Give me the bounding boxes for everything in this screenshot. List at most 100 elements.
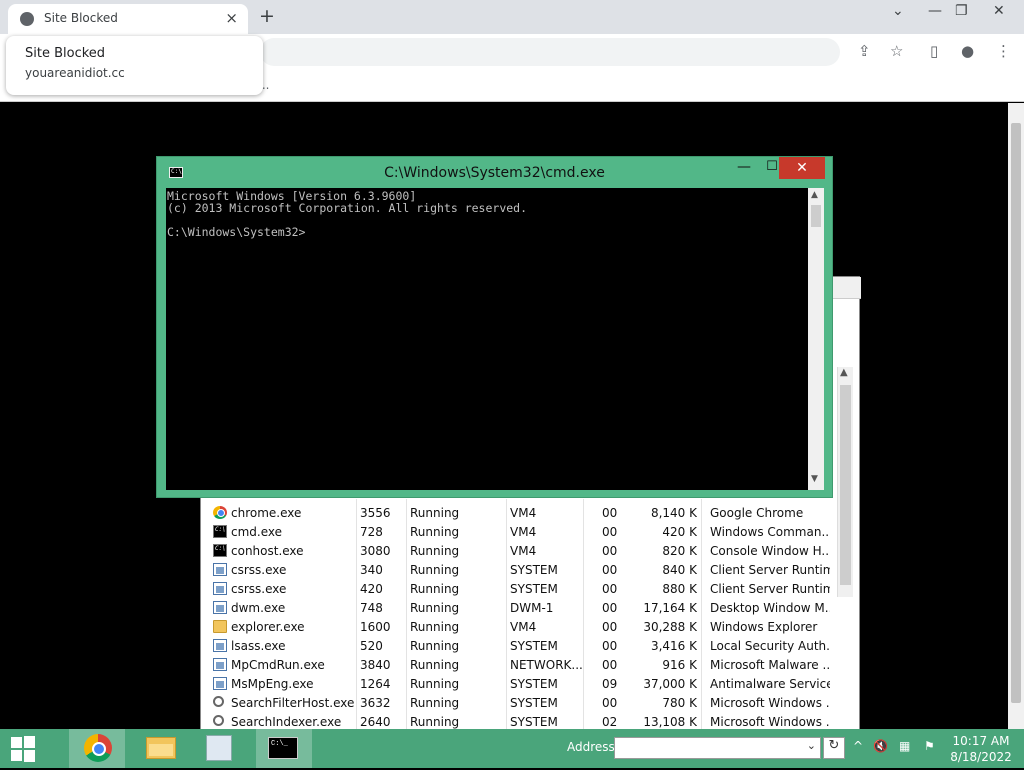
chevron-down-icon[interactable]: ⌄ [807, 739, 816, 752]
console-scrollbar[interactable]: ▲ ▼ [808, 188, 824, 490]
menu-icon[interactable]: ⋮ [996, 42, 1011, 60]
window-icon [213, 677, 227, 690]
show-hidden-icons-icon[interactable]: ^ [853, 739, 863, 753]
process-pid: 3080 [360, 544, 391, 558]
process-memory: 37,000 K [643, 677, 697, 691]
process-status: Running [410, 525, 460, 539]
taskbar-chrome[interactable] [69, 729, 125, 768]
process-row[interactable]: cmd.exe728RunningVM400420 KWindows Comma… [213, 523, 838, 542]
process-row[interactable]: explorer.exe 1600 Running VM4 00 30,288 K Wind… [213, 618, 838, 637]
popup-title: Site Blocked [25, 46, 106, 61]
process-row[interactable]: lsass.exe 520 Running SYSTEM 00 3,416 K Local … [213, 637, 838, 656]
popup-url: youareanidiot.cc [25, 66, 125, 80]
clock-date: 8/18/2022 [950, 750, 1012, 764]
start-button[interactable] [0, 729, 50, 768]
side-panel-icon[interactable]: ▯ [930, 42, 938, 60]
process-row[interactable]: dwm.exe 748 Running DWM-1 00 17,164 K Desktop … [213, 599, 838, 618]
process-pid: 3632 [360, 696, 391, 710]
process-description: Windows Comman... [710, 525, 830, 539]
process-row[interactable]: SearchFilterHost.exe 3632 Running SYSTEM 00 7… [213, 694, 838, 713]
restore-button[interactable]: ❐ [955, 3, 968, 19]
scroll-down-icon[interactable]: ▼ [811, 474, 818, 484]
chrome-icon [213, 506, 227, 519]
address-bar[interactable] [260, 38, 840, 66]
scroll-up-icon[interactable]: ▲ [811, 190, 818, 200]
minimize-button[interactable]: — [928, 3, 942, 19]
scrollbar-thumb[interactable] [1011, 123, 1021, 703]
process-memory: 820 K [662, 544, 697, 558]
process-memory: 780 K [662, 696, 697, 710]
process-memory: 17,164 K [643, 601, 697, 615]
scroll-up-icon[interactable]: ▲ [840, 367, 848, 378]
process-status: Running [410, 715, 460, 729]
process-memory: 916 K [662, 658, 697, 672]
scrollbar-thumb[interactable] [811, 205, 821, 227]
process-memory: 420 K [662, 525, 697, 539]
process-name: explorer.exe [231, 620, 305, 634]
process-row[interactable]: csrss.exe 340 Running SYSTEM 00 840 K Client S… [213, 561, 838, 580]
windows-logo-pane [11, 737, 22, 748]
tab-title: Site Blocked [44, 11, 118, 25]
globe-icon [20, 12, 34, 26]
close-window-button[interactable]: ✕ [993, 3, 1005, 19]
process-user: VM4 [510, 525, 537, 539]
process-pid: 3840 [360, 658, 391, 672]
process-status: Running [410, 544, 460, 558]
process-memory: 3,416 K [650, 639, 697, 653]
browser-tab[interactable]: Site Blocked × [8, 4, 248, 34]
search-icon [213, 715, 224, 726]
network-icon[interactable]: ▦ [899, 739, 910, 753]
process-user: NETWORK... [510, 658, 582, 672]
volume-muted-icon[interactable]: 🔇 [873, 739, 888, 753]
process-pid: 2640 [360, 715, 391, 729]
process-name: MpCmdRun.exe [231, 658, 325, 672]
taskbar-file-explorer[interactable] [131, 729, 187, 768]
new-tab-button[interactable]: + [259, 5, 275, 27]
process-user: VM4 [510, 544, 537, 558]
process-user: SYSTEM [510, 582, 558, 596]
console-output[interactable]: Microsoft Windows [Version 6.3.9600] (c)… [166, 188, 808, 490]
page-scrollbar[interactable] [1008, 103, 1024, 729]
process-row[interactable]: csrss.exe 420 Running SYSTEM 00 880 K Client S… [213, 580, 838, 599]
cmd-titlebar[interactable]: C:\Windows\System32\cmd.exe — ☐ ✕ [157, 157, 832, 189]
process-status: Running [410, 563, 460, 577]
process-name: chrome.exe [231, 506, 302, 520]
process-row[interactable]: MsMpEng.exe 1264 Running SYSTEM 09 37,000 K An… [213, 675, 838, 694]
process-user: SYSTEM [510, 677, 558, 691]
process-row[interactable]: MpCmdRun.exe 3840 Running NETWORK... 00 916 K… [213, 656, 838, 675]
taskbar-task-manager[interactable] [196, 729, 252, 768]
share-icon[interactable]: ⇪ [858, 42, 871, 60]
system-clock[interactable]: 10:17 AM 8/18/2022 [946, 733, 1016, 765]
address-toolbar-input[interactable]: ⌄ [614, 737, 821, 759]
taskbar-cmd[interactable]: C:\_ [256, 729, 312, 768]
bookmark-star-icon[interactable]: ☆ [890, 42, 903, 60]
refresh-icon[interactable]: ↻ [823, 737, 845, 759]
process-status: Running [410, 639, 460, 653]
windows-logo-pane [24, 736, 35, 748]
profile-icon[interactable]: ● [961, 42, 974, 60]
tab-search-chevron-icon[interactable]: ⌄ [892, 3, 904, 19]
address-toolbar-label: Address [567, 740, 615, 754]
process-memory: 13,108 K [643, 715, 697, 729]
process-row[interactable]: chrome.exe 3556 Running VM4 00 8,140 K Google … [213, 504, 838, 523]
process-row[interactable]: conhost.exe3080RunningVM400820 KConsole … [213, 542, 838, 561]
search-icon [213, 696, 224, 707]
process-pid: 520 [360, 639, 383, 653]
site-blocked-popup: Site Blocked youareanidiot.cc [6, 36, 263, 95]
process-user: VM4 [510, 506, 537, 520]
process-name: SearchIndexer.exe [231, 715, 342, 729]
minimize-button[interactable]: — [729, 159, 759, 181]
console-prompt[interactable]: C:\Windows\System32> [167, 226, 807, 238]
process-user: DWM-1 [510, 601, 554, 615]
process-memory: 8,140 K [650, 506, 697, 520]
tab-close-icon[interactable]: × [225, 9, 238, 27]
process-description: Google Chrome [710, 506, 804, 520]
scrollbar-thumb[interactable] [840, 385, 851, 585]
taskbar: C:\_ Address ⌄ ↻ ^ 🔇 ▦ ⚑ 10:17 AM 8/18/2… [0, 729, 1024, 768]
action-center-flag-icon[interactable]: ⚑ [924, 739, 935, 753]
process-status: Running [410, 601, 460, 615]
close-button[interactable]: ✕ [779, 157, 825, 179]
process-user: SYSTEM [510, 696, 558, 710]
cmd-window[interactable]: C:\Windows\System32\cmd.exe — ☐ ✕ Micros… [156, 156, 833, 498]
process-list-scrollbar[interactable]: ▲ [837, 367, 853, 597]
